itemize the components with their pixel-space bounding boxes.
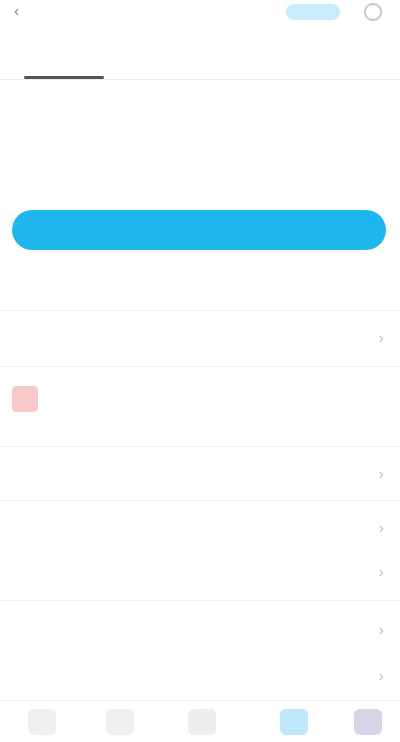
- balance-block: [14, 96, 384, 150]
- list-row[interactable]: ›: [0, 656, 400, 700]
- notice-icon: [12, 386, 38, 412]
- home-icon[interactable]: [28, 709, 56, 735]
- discover-icon[interactable]: [106, 709, 134, 735]
- list-row[interactable]: ›: [0, 454, 400, 498]
- list-row[interactable]: ›: [0, 508, 400, 552]
- divider: [0, 310, 400, 311]
- list-row[interactable]: ›: [0, 552, 400, 596]
- chevron-right-icon: ›: [378, 622, 384, 639]
- chevron-right-icon: ›: [378, 466, 384, 483]
- wallet-icon[interactable]: [188, 709, 216, 735]
- cloud-icon[interactable]: [280, 709, 308, 735]
- chevron-right-icon: ›: [378, 330, 384, 347]
- divider: [0, 600, 400, 601]
- primary-action-button[interactable]: [12, 210, 386, 250]
- top-bar: ‹: [0, 0, 400, 26]
- bottom-tab-bar: [0, 700, 400, 742]
- tab-bar: [0, 44, 400, 80]
- list-row[interactable]: ›: [0, 610, 400, 654]
- chevron-right-icon: ›: [378, 668, 384, 685]
- help-icon[interactable]: [364, 3, 382, 21]
- list-row[interactable]: ›: [0, 318, 400, 362]
- header-pill-button[interactable]: [286, 4, 340, 20]
- divider: [0, 446, 400, 447]
- active-tab-indicator: [24, 76, 104, 79]
- divider: [0, 500, 400, 501]
- divider: [0, 366, 400, 367]
- chevron-right-icon: ›: [378, 520, 384, 537]
- chevron-right-icon: ›: [378, 564, 384, 581]
- profile-icon[interactable]: [354, 709, 382, 735]
- back-icon[interactable]: ‹: [14, 4, 30, 20]
- notice-banner[interactable]: [12, 378, 388, 430]
